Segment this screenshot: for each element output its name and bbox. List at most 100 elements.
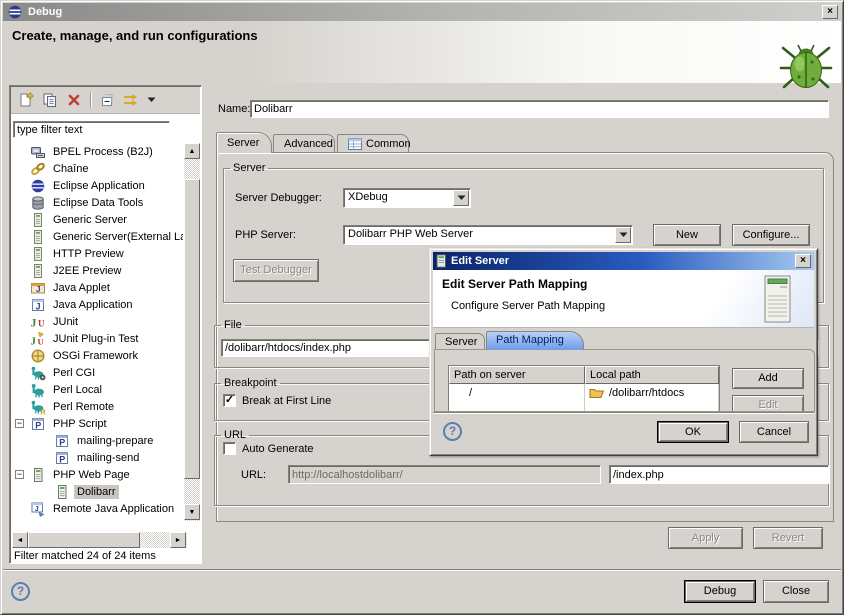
server-icon <box>30 246 46 262</box>
test-debugger-button[interactable]: Test Debugger <box>233 259 319 282</box>
delete-icon[interactable] <box>65 92 83 109</box>
collapse-all-icon[interactable] <box>98 92 116 109</box>
dialog-titlebar[interactable]: Edit Server × <box>433 252 814 270</box>
dialog-heading: Edit Server Path Mapping <box>442 277 587 291</box>
tab-server[interactable]: Server <box>216 132 272 153</box>
table-empty-row <box>449 401 719 411</box>
server-debugger-label: Server Debugger: <box>235 192 322 204</box>
debug-window: Debug × Create, manage, and run configur… <box>0 0 844 615</box>
url-base-input <box>288 465 601 484</box>
table-icon <box>348 137 362 151</box>
revert-button[interactable]: Revert <box>753 527 823 549</box>
server-debugger-select[interactable]: XDebug <box>343 188 471 208</box>
chevron-down-icon[interactable] <box>453 190 469 206</box>
tree-item-j2ee-preview[interactable]: J2EE Preview <box>12 262 183 279</box>
dialog-help-button[interactable]: ? <box>443 422 462 441</box>
perl-cgi-icon <box>30 365 46 381</box>
collapse-toggle-icon[interactable]: − <box>15 419 24 428</box>
dialog-tab-path-mapping[interactable]: Path Mapping <box>486 331 584 350</box>
tree-item-perl-local[interactable]: Perl Local <box>12 381 183 398</box>
name-input[interactable] <box>250 100 829 118</box>
tree-vertical-scrollbar[interactable]: ▲ ▼ <box>184 143 200 521</box>
tab-advanced[interactable]: Advanced <box>273 134 335 153</box>
server-icon <box>30 229 46 245</box>
tree-item-php-web-page[interactable]: −PHP Web Page <box>12 466 183 483</box>
auto-generate-checkbox[interactable] <box>223 442 236 455</box>
tree-item-generic-server[interactable]: Generic Server <box>12 211 183 228</box>
tree-item-generic-server-external-la[interactable]: Generic Server(External La <box>12 228 183 245</box>
edit-server-dialog: Edit Server × Edit Server Path Mapping C… <box>429 248 818 456</box>
tab-common[interactable]: Common <box>337 134 409 153</box>
chevron-down-icon[interactable] <box>615 227 631 243</box>
url-label: URL: <box>241 469 266 481</box>
scrollbar-thumb[interactable] <box>184 179 200 479</box>
database-icon <box>30 195 46 211</box>
junit-plugin-icon: JU <box>30 331 46 347</box>
svg-text:J: J <box>31 335 37 347</box>
add-mapping-button[interactable]: Add <box>732 368 804 389</box>
dropdown-arrow-icon[interactable] <box>146 92 156 109</box>
tree-item-perl-remote[interactable]: RPerl Remote <box>12 398 183 415</box>
new-config-icon[interactable] <box>17 92 35 109</box>
cancel-button[interactable]: Cancel <box>739 421 809 443</box>
tree-item-mailing-prepare[interactable]: Pmailing-prepare <box>12 432 183 449</box>
remote-java-icon: J <box>30 501 46 517</box>
php-icon: P <box>54 450 70 466</box>
debug-bug-icon <box>779 35 833 98</box>
tree-item-perl-cgi[interactable]: Perl CGI <box>12 364 183 381</box>
tree-item-junit-plug-in-test[interactable]: JUJUnit Plug-in Test <box>12 330 183 347</box>
tree-item-bpel-process-b2j[interactable]: BPEL Process (B2J) <box>12 143 183 160</box>
config-tree: BPEL Process (B2J)ChaîneEclipse Applicat… <box>12 143 183 521</box>
php-server-select[interactable]: Dolibarr PHP Web Server <box>343 225 633 245</box>
svg-text:P: P <box>35 420 41 430</box>
server-icon <box>436 254 447 268</box>
column-path-on-server[interactable]: Path on server <box>449 366 585 384</box>
debug-button[interactable]: Debug <box>684 580 756 603</box>
chain-icon <box>30 161 46 177</box>
window-close-icon[interactable]: × <box>822 5 838 19</box>
tree-item-http-preview[interactable]: HTTP Preview <box>12 245 183 262</box>
new-server-button[interactable]: New <box>653 224 721 246</box>
tree-item-java-applet[interactable]: JJava Applet <box>12 279 183 296</box>
tree-item-mailing-send[interactable]: Pmailing-send <box>12 449 183 466</box>
scrollbar-thumb[interactable] <box>28 532 140 548</box>
configure-server-button[interactable]: Configure... <box>732 224 810 246</box>
scroll-up-icon[interactable]: ▲ <box>184 143 200 159</box>
scroll-right-icon[interactable]: ► <box>170 532 186 548</box>
scroll-left-icon[interactable]: ◄ <box>12 532 28 548</box>
url-path-input[interactable] <box>609 465 829 484</box>
filter-input[interactable] <box>13 121 170 138</box>
window-titlebar[interactable]: Debug × <box>3 3 841 21</box>
scroll-down-icon[interactable]: ▼ <box>184 504 200 520</box>
tree-item-dolibarr[interactable]: Dolibarr <box>12 483 183 500</box>
dialog-tab-server[interactable]: Server <box>435 333 485 350</box>
tree-item-cha-ne[interactable]: Chaîne <box>12 160 183 177</box>
tree-item-osgi-framework[interactable]: OSGi Framework <box>12 347 183 364</box>
tree-item-eclipse-data-tools[interactable]: Eclipse Data Tools <box>12 194 183 211</box>
server-icon <box>30 212 46 228</box>
close-button[interactable]: Close <box>763 580 829 603</box>
ok-button[interactable]: OK <box>657 421 729 443</box>
svg-text:J: J <box>35 505 39 512</box>
php-server-icon <box>54 484 70 500</box>
window-title: Debug <box>28 6 62 18</box>
applet-icon: J <box>30 280 46 296</box>
collapse-toggle-icon[interactable]: − <box>15 470 24 479</box>
svg-text:U: U <box>38 318 45 328</box>
svg-text:U: U <box>38 336 44 346</box>
tree-item-eclipse-application[interactable]: Eclipse Application <box>12 177 183 194</box>
help-button[interactable]: ? <box>11 582 30 601</box>
break-first-line-checkbox[interactable]: ✓ <box>223 394 236 407</box>
tree-item-php-script[interactable]: −PPHP Script <box>12 415 183 432</box>
tree-item-remote-java-application[interactable]: JRemote Java Application <box>12 500 183 517</box>
tree-horizontal-scrollbar[interactable]: ◄ ► <box>12 532 187 548</box>
column-local-path[interactable]: Local path <box>585 366 719 384</box>
duplicate-icon[interactable] <box>41 92 59 109</box>
tree-item-java-application[interactable]: JJava Application <box>12 296 183 313</box>
tree-item-junit[interactable]: JUJUnit <box>12 313 183 330</box>
dialog-close-icon[interactable]: × <box>795 254 811 268</box>
bpel-process-icon <box>30 144 46 160</box>
apply-button[interactable]: Apply <box>668 527 743 549</box>
edit-mapping-button[interactable]: Edit <box>732 395 804 412</box>
filter-icon[interactable] <box>122 92 140 109</box>
